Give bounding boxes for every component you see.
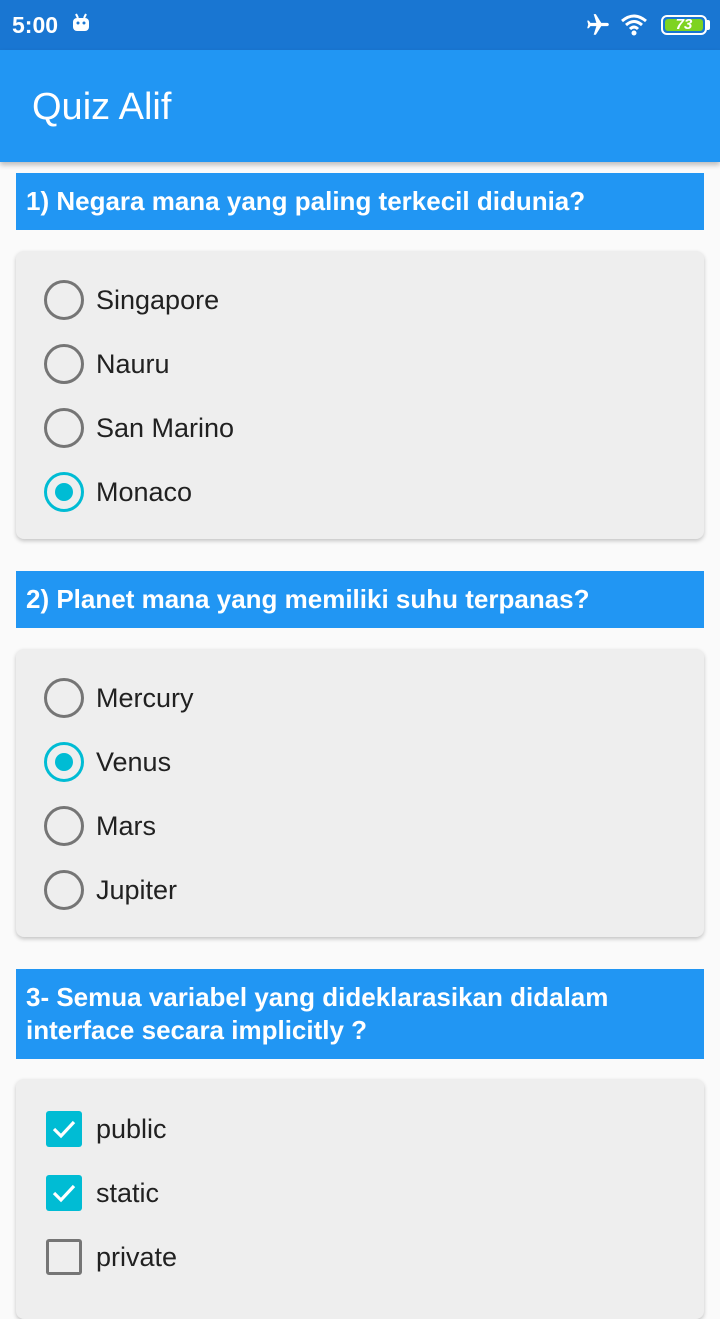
option-mercury[interactable]: Mercury <box>44 676 664 720</box>
question-2-header: 2) Planet mana yang memiliki suhu terpan… <box>16 571 704 628</box>
radio-unchecked[interactable] <box>44 280 84 320</box>
option-label: Venus <box>96 747 172 777</box>
radio-checked[interactable] <box>44 472 84 512</box>
app-title: Quiz Alif <box>32 86 172 128</box>
option-mars[interactable]: Mars <box>44 804 664 848</box>
option-jupiter[interactable]: Jupiter <box>44 868 664 912</box>
question-3-header: 3- Semua variabel yang dideklarasikan di… <box>16 969 704 1059</box>
question-3-options-card: public static private <box>16 1079 704 1319</box>
radio-unchecked[interactable] <box>44 870 84 910</box>
checkbox-checked[interactable] <box>46 1175 82 1211</box>
checkbox-unchecked[interactable] <box>46 1239 82 1275</box>
radio-checked[interactable] <box>44 742 84 782</box>
option-static[interactable]: static <box>44 1171 664 1215</box>
question-1-options-card: Singapore Nauru San Marino Monaco <box>16 251 704 539</box>
option-public[interactable]: public <box>44 1107 664 1151</box>
option-nauru[interactable]: Nauru <box>44 342 664 386</box>
question-1-header: 1) Negara mana yang paling terkecil didu… <box>16 173 704 230</box>
option-venus[interactable]: Venus <box>44 740 664 784</box>
option-label: Mars <box>96 811 156 841</box>
radio-unchecked[interactable] <box>44 678 84 718</box>
option-label: private <box>96 1242 178 1272</box>
radio-unchecked[interactable] <box>44 806 84 846</box>
option-label: static <box>96 1178 160 1208</box>
option-label: public <box>96 1114 167 1144</box>
checkmark-icon <box>52 1120 76 1139</box>
option-label: Nauru <box>96 349 170 379</box>
radio-unchecked[interactable] <box>44 408 84 448</box>
option-label: Jupiter <box>96 875 178 905</box>
option-label: Monaco <box>96 477 193 507</box>
android-icon <box>73 13 89 31</box>
option-san-marino[interactable]: San Marino <box>44 406 664 450</box>
radio-unchecked[interactable] <box>44 344 84 384</box>
checkmark-icon <box>52 1184 76 1203</box>
status-bar: 5:00 73 <box>0 0 720 50</box>
wifi-icon <box>621 14 647 36</box>
option-singapore[interactable]: Singapore <box>44 278 664 322</box>
option-private[interactable]: private <box>44 1235 664 1279</box>
option-label: San Marino <box>96 413 235 443</box>
option-label: Singapore <box>96 285 220 315</box>
checkbox-checked[interactable] <box>46 1111 82 1147</box>
app-bar: Quiz Alif <box>0 50 720 162</box>
status-time: 5:00 <box>12 12 59 38</box>
option-label: Mercury <box>96 683 194 713</box>
question-2-options-card: Mercury Venus Mars Jupiter <box>16 649 704 937</box>
option-monaco[interactable]: Monaco <box>44 470 664 514</box>
airplane-mode-icon <box>587 14 609 35</box>
battery-icon: 73 <box>661 15 707 35</box>
battery-level: 73 <box>675 16 693 33</box>
